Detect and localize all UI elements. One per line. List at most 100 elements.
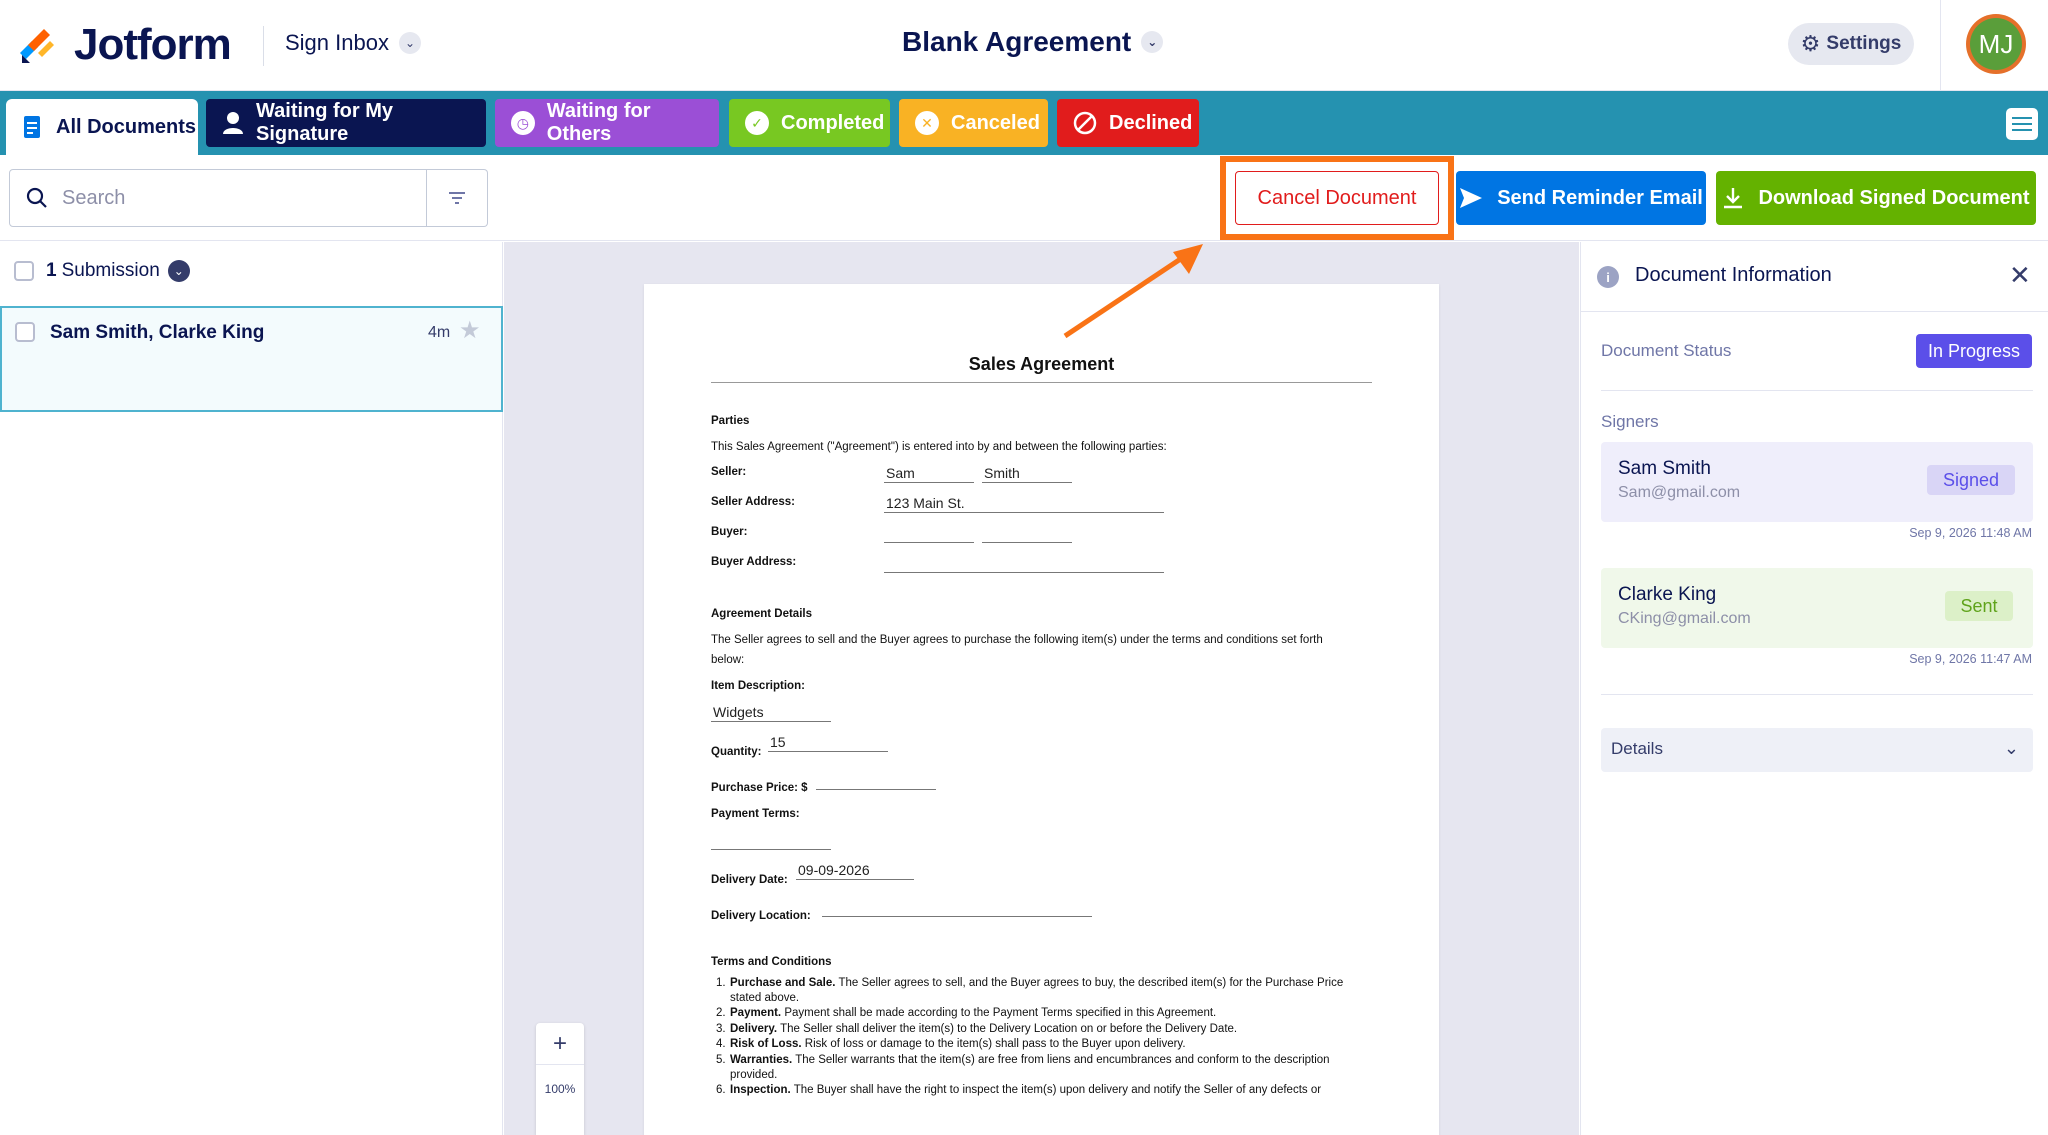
- tab-all-documents[interactable]: All Documents: [6, 99, 198, 155]
- term-title: Inspection.: [730, 1084, 791, 1096]
- signer-card[interactable]: Sam Smith Sam@gmail.com Signed: [1601, 442, 2033, 522]
- hamburger-menu-button[interactable]: [2006, 108, 2038, 140]
- list-item-time: 4m: [428, 324, 451, 341]
- purchase-price-field[interactable]: [816, 776, 936, 790]
- details-label: Details: [1611, 739, 1663, 758]
- details-accordion[interactable]: Details ⌄: [1601, 728, 2033, 772]
- send-reminder-email-button[interactable]: Send Reminder Email: [1456, 171, 1706, 225]
- item-description-field[interactable]: Widgets: [711, 704, 831, 722]
- term-text: The Buyer shall have the right to inspec…: [790, 1084, 1322, 1096]
- x-circle-icon: ✕: [915, 111, 939, 135]
- document-viewer: Sales Agreement Parties This Sales Agree…: [504, 242, 1579, 1135]
- tab-label: Declined: [1109, 111, 1193, 134]
- term-number: 4.: [716, 1038, 726, 1051]
- jotform-logo[interactable]: Jotform: [16, 20, 232, 70]
- delivery-location-field[interactable]: [822, 903, 1092, 917]
- download-signed-document-button[interactable]: Download Signed Document: [1716, 171, 2036, 225]
- tab-declined[interactable]: Declined: [1057, 99, 1199, 147]
- purchase-price-label: Purchase Price: $: [711, 782, 808, 794]
- parties-text: This Sales Agreement ("Agreement") is en…: [711, 441, 1167, 453]
- tab-canceled[interactable]: ✕ Canceled: [899, 99, 1048, 147]
- tab-label: Completed: [781, 111, 885, 134]
- list-item[interactable]: Sam Smith, Clarke King 4m ★: [0, 306, 503, 412]
- signer-email: CKing@gmail.com: [1618, 610, 1751, 627]
- delivery-date-label: Delivery Date:: [711, 874, 788, 886]
- list-item-name: Sam Smith, Clarke King: [50, 322, 265, 343]
- info-icon: i: [1597, 266, 1619, 288]
- close-icon[interactable]: ✕: [2009, 260, 2031, 291]
- settings-label: Settings: [1826, 33, 1902, 54]
- header-divider-right: [1940, 0, 1941, 91]
- tab-label: Waiting for Others: [546, 100, 651, 145]
- top-bar: Jotform Sign Inbox ⌄ Blank Agreement ⌄ ⚙…: [0, 0, 2048, 91]
- buyer-last-name-field[interactable]: [982, 525, 1072, 543]
- buyer-address-field[interactable]: [884, 555, 1164, 573]
- avatar-initials: MJ: [1970, 18, 2022, 70]
- term-title: Risk of Loss.: [730, 1038, 802, 1051]
- tab-completed[interactable]: ✓ Completed: [729, 99, 890, 147]
- agreement-text-cont: below:: [711, 654, 745, 666]
- document-page: Sales Agreement Parties This Sales Agree…: [644, 284, 1439, 1135]
- filter-button[interactable]: [427, 169, 488, 227]
- quantity-field[interactable]: 15: [768, 734, 888, 752]
- tab-label: All Documents: [56, 115, 197, 138]
- tab-waiting-for-my-signature[interactable]: Waiting for My Signature: [206, 99, 486, 147]
- seller-address-field[interactable]: 123 Main St.: [884, 495, 1164, 513]
- terms-heading: Terms and Conditions: [711, 956, 832, 968]
- annotation-arrow: [1063, 244, 1203, 339]
- settings-button[interactable]: ⚙ Settings: [1788, 23, 1914, 65]
- heading-rule: [711, 382, 1372, 383]
- filter-icon: [448, 191, 466, 205]
- term-title: Purchase and Sale.: [730, 977, 836, 989]
- term-number: 2.: [716, 1007, 726, 1020]
- download-signed-label: Download Signed Document: [1758, 186, 2030, 209]
- term-title: Delivery.: [730, 1022, 778, 1035]
- jotform-logo-icon: [20, 29, 54, 63]
- term-line: 6. Inspection. The Buyer shall have the r…: [716, 1084, 1321, 1096]
- seller-label: Seller:: [711, 466, 747, 478]
- cancel-document-button[interactable]: Cancel Document: [1235, 171, 1439, 225]
- avatar[interactable]: MJ: [1966, 14, 2026, 74]
- check-circle-icon: ✓: [745, 111, 769, 135]
- user-icon: [222, 111, 244, 135]
- panel-header: i Document Information ✕: [1581, 242, 2048, 312]
- buyer-first-name-field[interactable]: [884, 525, 974, 543]
- agreement-text: The Seller agrees to sell and the Buyer …: [711, 634, 1323, 646]
- divider: [1601, 694, 2033, 695]
- seller-first-name-field[interactable]: Sam: [884, 465, 974, 483]
- star-icon[interactable]: ★: [459, 316, 481, 345]
- submission-list: 1 Submission ⌄ Sam Smith, Clarke King 4m…: [0, 242, 503, 1135]
- item-description-label: Item Description:: [711, 680, 805, 692]
- delivery-location-label: Delivery Location:: [711, 910, 811, 922]
- term-text: provided.: [730, 1068, 778, 1081]
- search-input[interactable]: [62, 186, 392, 210]
- search-box: [9, 169, 427, 227]
- select-all-checkbox[interactable]: [14, 261, 34, 281]
- tab-waiting-for-others[interactable]: ◷ Waiting for Others: [495, 99, 719, 147]
- menu-icon: [2012, 117, 2032, 119]
- zoom-level: 100%: [544, 1082, 576, 1096]
- seller-last-name-field[interactable]: Smith: [982, 465, 1072, 483]
- submission-count-label: Submission: [61, 260, 160, 281]
- document-information-panel: i Document Information ✕ Document Status…: [1580, 242, 2048, 1135]
- chevron-down-icon[interactable]: ⌄: [167, 260, 190, 282]
- gear-icon: ⚙: [1800, 31, 1821, 56]
- zoom-in-button[interactable]: +: [536, 1023, 584, 1065]
- term-number: 5.: [716, 1053, 726, 1066]
- list-item-checkbox[interactable]: [15, 322, 35, 342]
- search-icon: [26, 187, 48, 209]
- sign-inbox-dropdown[interactable]: Sign Inbox ⌄: [285, 30, 421, 56]
- payment-terms-field[interactable]: [711, 836, 831, 850]
- document-title-dropdown[interactable]: Blank Agreement ⌄: [902, 26, 1164, 58]
- term-line: 3. Delivery. The Seller shall deliver the…: [716, 1023, 1237, 1035]
- term-number: 3.: [716, 1022, 726, 1035]
- chevron-down-icon: ⌄: [2003, 738, 2019, 758]
- submission-count: 1: [46, 260, 57, 281]
- signer-status-badge: Sent: [1945, 591, 2013, 621]
- delivery-date-field[interactable]: 09-09-2026: [796, 862, 914, 880]
- signer-card[interactable]: Clarke King CKing@gmail.com Sent: [1601, 568, 2033, 648]
- term-line: 5. Warranties. The Seller warrants that t…: [716, 1054, 1330, 1066]
- status-badge: In Progress: [1916, 334, 2032, 368]
- signers-label: Signers: [1601, 412, 1659, 431]
- divider: [1601, 390, 2033, 391]
